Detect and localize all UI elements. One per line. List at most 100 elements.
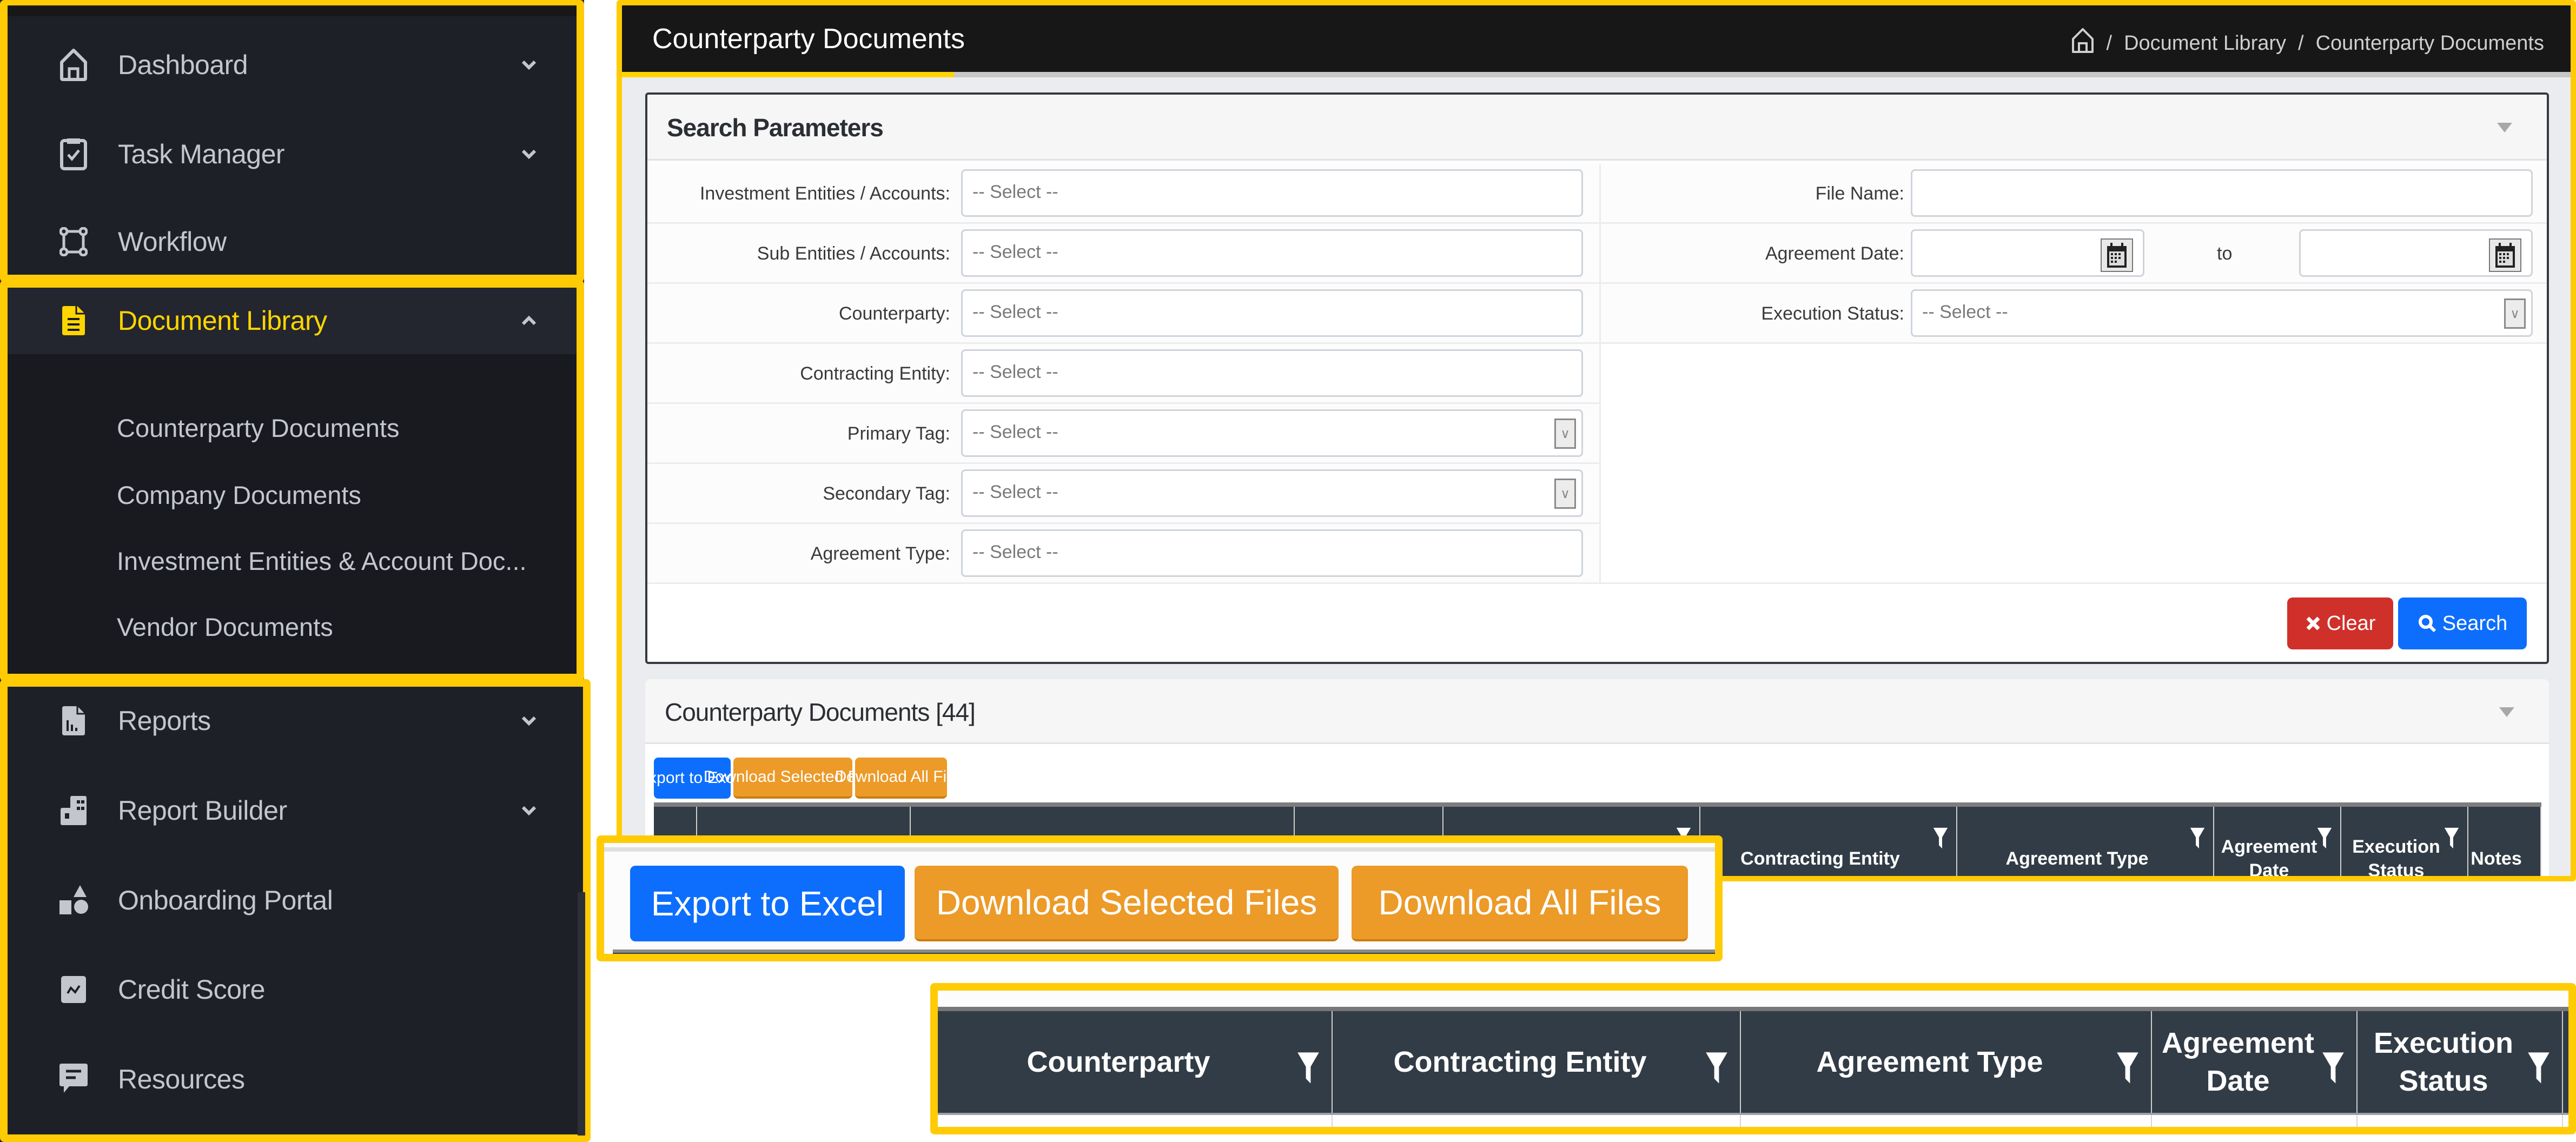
- column-header[interactable]: Execution Status: [2358, 1011, 2563, 1113]
- search-button[interactable]: Search: [2398, 597, 2527, 649]
- filter-icon[interactable]: [2526, 1050, 2551, 1095]
- form-row: Counterparty: -- Select --: [647, 284, 1599, 344]
- table-cell: [2152, 1115, 2358, 1127]
- export-to-excel-button-zoomed[interactable]: Export to Excel: [630, 866, 905, 941]
- filter-icon[interactable]: [2321, 1050, 2346, 1095]
- form-row-agreement-date: Agreement Date: to: [1600, 224, 2547, 284]
- column-header[interactable]: Contracting Entity: [1333, 1011, 1741, 1113]
- zoomed-action-buttons-callout: Export to Excel Download Selected Files …: [597, 835, 1723, 961]
- agreement-date-label: Agreement Date:: [1765, 243, 1904, 264]
- chevron-down-icon[interactable]: ∨: [1554, 419, 1576, 449]
- clear-button[interactable]: Clear: [2287, 597, 2393, 649]
- calendar-icon[interactable]: [2489, 238, 2521, 272]
- search-panel-divider: [647, 582, 2547, 584]
- search-icon: [2418, 615, 2436, 633]
- form-row: Contracting Entity: -- Select --: [647, 344, 1599, 404]
- filter-icon[interactable]: [2115, 1050, 2140, 1095]
- agreement-date-to-input[interactable]: [2299, 229, 2533, 277]
- field-label: Contracting Entity:: [800, 363, 950, 384]
- agreement-date-from-input[interactable]: [1911, 229, 2144, 277]
- filter-icon[interactable]: [2316, 826, 2333, 856]
- page-header: Counterparty Documents / Document Librar…: [622, 3, 2574, 72]
- progress-fill: [622, 72, 954, 77]
- filter-icon[interactable]: [1296, 1050, 1321, 1095]
- filter-icon[interactable]: [2443, 826, 2460, 856]
- breadcrumb-item-document-library[interactable]: Document Library: [2124, 32, 2286, 55]
- column-header-label: Contracting Entity: [1740, 848, 1900, 869]
- column-header[interactable]: Contracting Entity: [1700, 807, 1957, 876]
- field-label: Counterparty:: [839, 303, 950, 324]
- column-header[interactable]: Agreement Date: [2152, 1011, 2358, 1113]
- breadcrumb: / Document Library / Counterparty Docume…: [2071, 27, 2544, 59]
- field-label: Secondary Tag:: [823, 483, 950, 504]
- download-all-files-button[interactable]: Download All Files: [835, 758, 968, 799]
- chevron-down-icon[interactable]: ∨: [1554, 479, 1576, 509]
- calendar-icon[interactable]: [2101, 238, 2133, 272]
- form-row: Secondary Tag: -- Select -- ∨: [647, 464, 1599, 524]
- breadcrumb-item-current: Counterparty Documents: [2315, 31, 2544, 55]
- filter-icon[interactable]: [1932, 826, 1949, 856]
- column-header-label: Notes: [2471, 848, 2522, 869]
- multiselect-field[interactable]: -- Select --: [961, 169, 1583, 217]
- highlight-callout-bottom-nav: [0, 679, 591, 1142]
- highlight-callout-document-library: [0, 280, 584, 681]
- column-header-label: Agreement Type: [2005, 848, 2149, 869]
- column-header[interactable]: Notes: [2468, 807, 2541, 876]
- field-placeholder: -- Select --: [972, 242, 1058, 262]
- collapse-caret-icon[interactable]: [2499, 707, 2514, 717]
- field-label: Agreement Type:: [810, 543, 950, 564]
- close-icon: [2306, 616, 2320, 630]
- collapse-caret-icon[interactable]: [2497, 123, 2512, 132]
- multiselect-field[interactable]: -- Select --: [961, 229, 1583, 277]
- field-label: Sub Entities / Accounts:: [757, 243, 950, 264]
- form-row-execution-status: Execution Status: -- Select -- ∨: [1600, 284, 2547, 344]
- form-row: Agreement Type: -- Select --: [647, 524, 1599, 584]
- file-name-label: File Name:: [1815, 183, 1904, 204]
- table-cell: [1741, 1115, 2152, 1127]
- highlight-callout-top-nav: [0, 0, 584, 282]
- sidebar: Dashboard Task Manager Workflow Document…: [0, 0, 591, 1142]
- form-row: Investment Entities / Accounts: -- Select…: [647, 164, 1599, 224]
- table-cell: [1333, 1115, 1741, 1127]
- select-field[interactable]: -- Select -- ∨: [961, 409, 1583, 457]
- results-panel-title: Counterparty Documents [44]: [665, 698, 976, 726]
- table-cell: [2358, 1115, 2563, 1127]
- multiselect-field[interactable]: -- Select --: [961, 529, 1583, 577]
- search-panel-header[interactable]: Search Parameters: [647, 95, 2547, 161]
- table-row: [938, 1115, 2568, 1127]
- column-header[interactable]: Counterparty: [938, 1011, 1333, 1113]
- table-cell: [938, 1115, 1333, 1127]
- form-row-file-name: File Name:: [1600, 164, 2547, 224]
- form-row: Sub Entities / Accounts: -- Select --: [647, 224, 1599, 284]
- breadcrumb-separator: /: [2298, 31, 2304, 55]
- column-header-label: Agreement Type: [1816, 1045, 2043, 1078]
- home-icon[interactable]: [2071, 27, 2095, 59]
- download-all-files-button-zoomed[interactable]: Download All Files: [1352, 866, 1688, 941]
- download-selected-files-button-zoomed[interactable]: Download Selected Files: [915, 866, 1339, 941]
- execution-status-select[interactable]: -- Select -- ∨: [1911, 289, 2533, 337]
- select-field[interactable]: -- Select -- ∨: [961, 469, 1583, 517]
- column-header-notes-partial[interactable]: [2563, 1011, 2568, 1113]
- breadcrumb-separator: /: [2106, 31, 2113, 55]
- field-label: Primary Tag:: [847, 423, 950, 444]
- page-load-progress: [622, 72, 2574, 77]
- filter-icon[interactable]: [2189, 826, 2206, 856]
- field-placeholder: -- Select --: [972, 482, 1058, 502]
- multiselect-field[interactable]: -- Select --: [961, 349, 1583, 397]
- file-name-input[interactable]: [1911, 169, 2533, 217]
- column-header[interactable]: Agreement Date: [2214, 807, 2341, 876]
- column-header[interactable]: Agreement Type: [1957, 807, 2214, 876]
- chevron-down-icon[interactable]: ∨: [2504, 298, 2526, 329]
- multiselect-field[interactable]: -- Select --: [961, 289, 1583, 337]
- filter-icon[interactable]: [1704, 1050, 1729, 1095]
- column-header[interactable]: Execution Status: [2341, 807, 2468, 876]
- column-header[interactable]: Agreement Type: [1741, 1011, 2152, 1113]
- page-title: Counterparty Documents: [652, 23, 965, 55]
- search-panel-title: Search Parameters: [667, 114, 884, 142]
- execution-status-label: Execution Status:: [1761, 303, 1904, 324]
- sidebar-scrollbar[interactable]: [578, 892, 585, 1136]
- search-parameters-panel: Search Parameters Investment Entities / …: [645, 92, 2549, 664]
- field-placeholder: -- Select --: [972, 182, 1058, 202]
- results-panel-header[interactable]: Counterparty Documents [44]: [645, 679, 2549, 744]
- field-placeholder: -- Select --: [972, 302, 1058, 322]
